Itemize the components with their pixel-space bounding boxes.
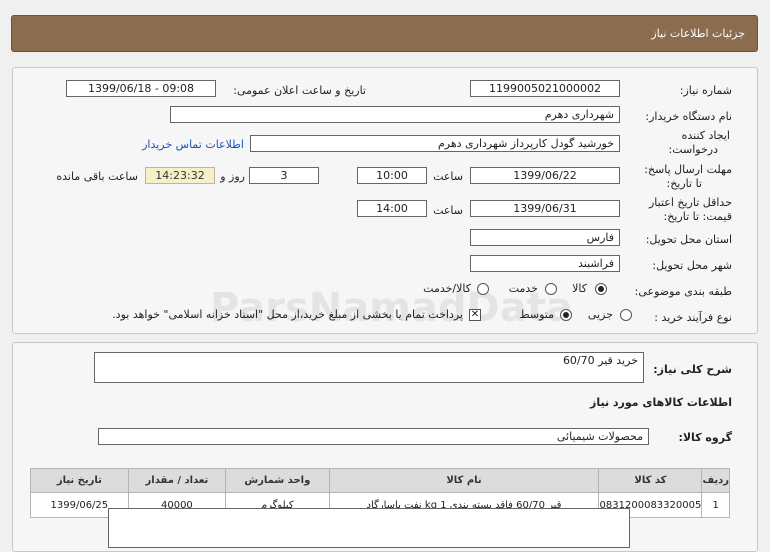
process-radio-minor[interactable] xyxy=(620,309,632,321)
deadline-time-field: 10:00 xyxy=(357,167,427,184)
days-field: 3 xyxy=(249,167,319,184)
validity-hour-label: ساعت xyxy=(433,204,463,217)
validity-date-field: 1399/06/31 xyxy=(470,200,620,217)
deadline-label-1: مهلت ارسال پاسخ: xyxy=(644,163,732,176)
summary-label: شرح کلی نیاز: xyxy=(653,363,732,376)
city-label: شهر محل تحویل: xyxy=(652,259,732,272)
col-quantity: تعداد / مقدار xyxy=(127,468,227,493)
deadline-hour-label: ساعت xyxy=(433,170,463,183)
province-field: فارس xyxy=(470,229,620,246)
category-goods-service-label: کالا/خدمت xyxy=(423,282,471,295)
col-unit: واحد شمارش xyxy=(225,468,330,493)
validity-label-2: قیمت: تا تاریخ: xyxy=(663,210,732,223)
process-radio-medium[interactable] xyxy=(560,309,572,321)
days-label: روز و xyxy=(220,170,245,183)
category-service-label: خدمت xyxy=(508,282,538,295)
validity-label-1: حداقل تاریخ اعتبار xyxy=(648,196,732,209)
city-field: فراشبند xyxy=(470,255,620,272)
category-radio-goods[interactable] xyxy=(595,283,607,295)
goods-group-field: محصولات شیمیائی xyxy=(98,428,649,445)
validity-time-field: 14:00 xyxy=(357,200,427,217)
remaining-label: ساعت باقی مانده xyxy=(56,170,138,183)
summary-field: خرید قیر 60/70 xyxy=(94,352,644,383)
buyer-org-field: شهرداری دهرم xyxy=(170,106,620,123)
page-header: جزئیات اطلاعات نیاز xyxy=(11,15,758,52)
category-goods-label: کالا xyxy=(572,282,587,295)
creator-label-2: درخواست: xyxy=(668,143,718,156)
col-row-number: ردیف xyxy=(701,468,730,493)
description-box xyxy=(108,508,630,548)
creator-label-1: ایجاد کننده xyxy=(681,129,730,142)
province-label: استان محل تحویل: xyxy=(645,233,732,246)
col-need-date: تاریخ نیاز xyxy=(30,468,129,493)
announce-field: 1399/06/18 - 09:08 xyxy=(66,80,216,97)
process-label: نوع فرآیند خرید : xyxy=(654,311,732,324)
buyer-contact-link[interactable]: اطلاعات تماس خریدار xyxy=(142,138,244,151)
payment-checkbox[interactable]: ✕ xyxy=(469,309,481,321)
process-medium-label: متوسط xyxy=(519,308,554,321)
deadline-label-2: تا تاریخ: xyxy=(666,177,702,190)
table-header-row: ردیف کد کالا نام کالا واحد شمارش تعداد /… xyxy=(30,468,730,493)
goods-group-label: گروه کالا: xyxy=(678,431,732,444)
page-title: جزئیات اطلاعات نیاز xyxy=(651,27,745,40)
remaining-time-field: 14:23:32 xyxy=(145,167,215,184)
buyer-org-label: نام دستگاه خریدار: xyxy=(645,110,732,123)
payment-note: پرداخت تمام یا بخشی از مبلغ خرید،از محل … xyxy=(112,308,463,321)
creator-field: خورشید گودل کارپرداز شهرداری دهرم xyxy=(250,135,620,152)
announce-label: تاریخ و ساعت اعلان عمومی: xyxy=(233,84,366,97)
category-radio-goods-service[interactable] xyxy=(477,283,489,295)
process-minor-label: جزیی xyxy=(587,308,613,321)
cell-row-number: 1 xyxy=(701,492,730,518)
col-item-name: نام کالا xyxy=(328,468,600,493)
deadline-date-field: 1399/06/22 xyxy=(470,167,620,184)
need-number-field: 1199005021000002 xyxy=(470,80,620,97)
col-item-code: کد کالا xyxy=(598,468,703,493)
category-label: طبقه بندی موضوعی: xyxy=(634,285,732,298)
need-number-label: شماره نیاز: xyxy=(679,84,732,97)
category-radio-service[interactable] xyxy=(545,283,557,295)
goods-info-title: اطلاعات کالاهای مورد نیاز xyxy=(590,396,732,409)
